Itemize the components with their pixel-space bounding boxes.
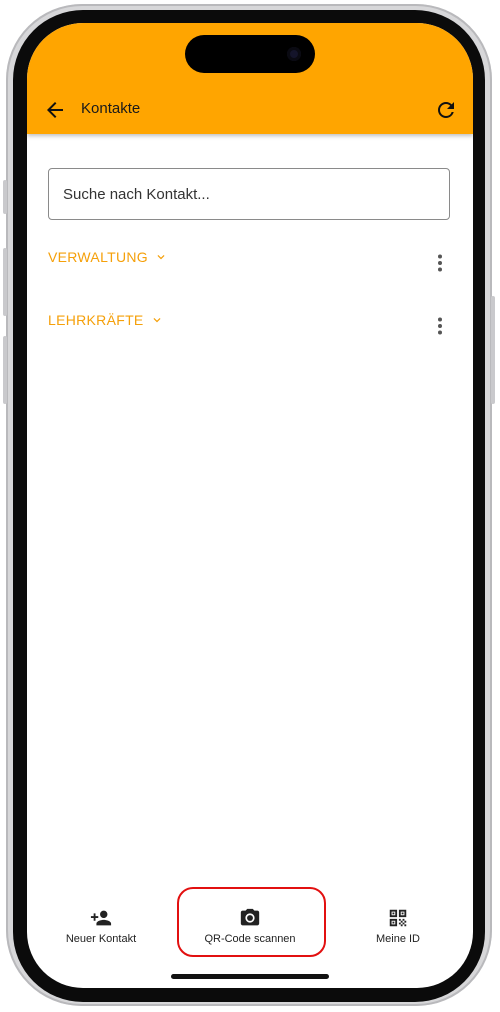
more-vert-icon[interactable]	[428, 251, 452, 275]
front-camera	[287, 47, 301, 61]
dynamic-island	[185, 35, 315, 73]
nav-scan-qr[interactable]: QR-Code scannen	[185, 899, 315, 959]
volume-up-button	[3, 248, 7, 316]
home-indicator[interactable]	[171, 974, 329, 979]
arrow-back-icon[interactable]	[43, 98, 67, 122]
nav-new-contact[interactable]: Neuer Kontakt	[36, 899, 166, 959]
chevron-down-icon	[153, 318, 161, 323]
qr-code-icon	[389, 909, 407, 927]
camera-icon	[240, 908, 260, 926]
bottom-navigation: Neuer Kontakt QR-Code scannen Meine ID	[27, 899, 473, 959]
action-button	[3, 180, 7, 214]
person-add-icon	[90, 910, 112, 926]
screen: Kontakte VERWALTUNG LEHRKRÄFTE	[27, 23, 473, 988]
more-vert-icon[interactable]	[428, 314, 452, 338]
search-field	[48, 168, 450, 220]
refresh-icon[interactable]	[434, 98, 458, 122]
search-input[interactable]	[49, 169, 449, 219]
group-header-lehrkraefte[interactable]: LEHRKRÄFTE	[48, 312, 164, 328]
power-button	[491, 296, 495, 404]
nav-label: QR-Code scannen	[204, 933, 296, 945]
group-header-verwaltung[interactable]: VERWALTUNG	[48, 249, 168, 265]
group-label: LEHRKRÄFTE	[48, 312, 144, 328]
chevron-down-icon	[157, 255, 165, 260]
page-title: Kontakte	[81, 100, 141, 117]
nav-my-id[interactable]: Meine ID	[333, 899, 463, 959]
group-row-verwaltung: VERWALTUNG	[48, 249, 452, 277]
group-label: VERWALTUNG	[48, 249, 148, 265]
group-row-lehrkraefte: LEHRKRÄFTE	[48, 312, 452, 340]
volume-down-button	[3, 336, 7, 404]
nav-label: Meine ID	[375, 933, 421, 945]
nav-label: Neuer Kontakt	[65, 933, 137, 945]
